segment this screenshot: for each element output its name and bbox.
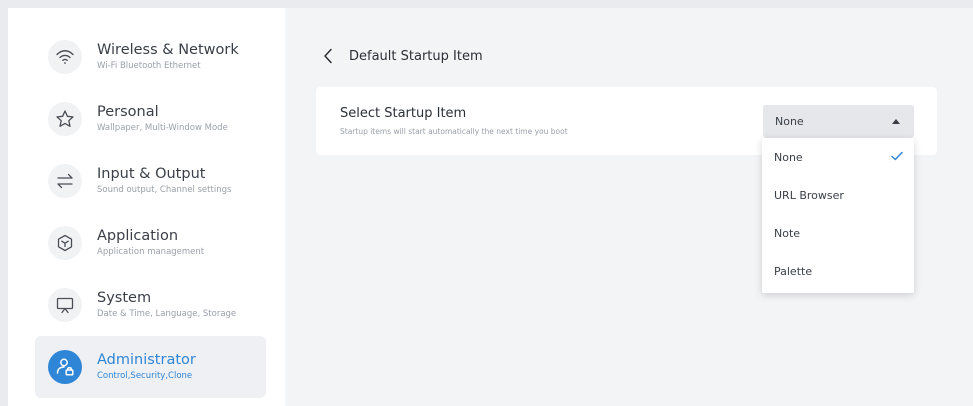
page-title: Default Startup Item: [349, 48, 483, 64]
main-content: Default Startup Item Select Startup Item…: [285, 8, 973, 406]
wifi-icon: [48, 40, 82, 74]
sidebar-item-system[interactable]: System Date & Time, Language, Storage: [35, 274, 266, 336]
sidebar-item-title: Wireless & Network: [97, 42, 239, 58]
select-current-value: None: [775, 115, 804, 128]
sidebar-item-title: Personal: [97, 104, 159, 120]
sidebar-item-application[interactable]: Application Application management: [35, 212, 266, 274]
star-icon: [48, 102, 82, 136]
sidebar-item-title: Input & Output: [97, 166, 206, 182]
dropdown-option-note[interactable]: Note: [762, 214, 914, 252]
caret-up-icon: [892, 119, 900, 124]
sidebar-item-subtitle: Control,Security,Clone: [97, 371, 193, 381]
dropdown-option-none[interactable]: None: [762, 138, 914, 176]
sidebar-item-title: System: [97, 290, 152, 306]
checkmark-icon: [891, 151, 903, 164]
sidebar-item-subtitle: Wallpaper, Multi-Window Mode: [97, 123, 228, 133]
settings-window: Wireless & Network Wi-Fi Bluetooth Ether…: [8, 8, 973, 406]
option-label: None: [774, 150, 803, 164]
sidebar-item-subtitle: Wi-Fi Bluetooth Ethernet: [97, 61, 201, 71]
setting-title: Select Startup Item: [340, 106, 467, 121]
sidebar: Wireless & Network Wi-Fi Bluetooth Ether…: [8, 8, 285, 406]
dropdown-option-url-browser[interactable]: URL Browser: [762, 176, 914, 214]
swap-arrows-icon: [48, 164, 82, 198]
sidebar-item-title: Administrator: [97, 352, 196, 368]
sidebar-item-subtitle: Date & Time, Language, Storage: [97, 309, 237, 319]
sidebar-item-input-output[interactable]: Input & Output Sound output, Channel set…: [35, 150, 266, 212]
sidebar-item-title: Application: [97, 228, 179, 244]
startup-item-select[interactable]: None: [763, 105, 914, 138]
sidebar-item-subtitle: Application management: [97, 247, 205, 257]
dropdown-option-palette[interactable]: Palette: [762, 252, 914, 290]
monitor-icon: [48, 288, 82, 322]
sidebar-item-personal[interactable]: Personal Wallpaper, Multi-Window Mode: [35, 88, 266, 150]
sidebar-item-administrator[interactable]: Administrator Control,Security,Clone: [35, 336, 266, 398]
option-label: Note: [774, 226, 801, 240]
sidebar-item-subtitle: Sound output, Channel settings: [97, 185, 232, 195]
admin-user-icon: [48, 350, 82, 384]
sidebar-item-wireless-network[interactable]: Wireless & Network Wi-Fi Bluetooth Ether…: [35, 26, 266, 88]
app-box-icon: [48, 226, 82, 260]
option-label: Palette: [774, 264, 813, 278]
option-label: URL Browser: [774, 188, 844, 202]
chevron-left-icon[interactable]: [323, 46, 339, 66]
startup-item-dropdown-menu: None URL Browser Note Palette: [762, 138, 914, 293]
setting-description: Startup items will start automatically t…: [340, 127, 568, 136]
page-header: Default Startup Item: [323, 46, 483, 66]
